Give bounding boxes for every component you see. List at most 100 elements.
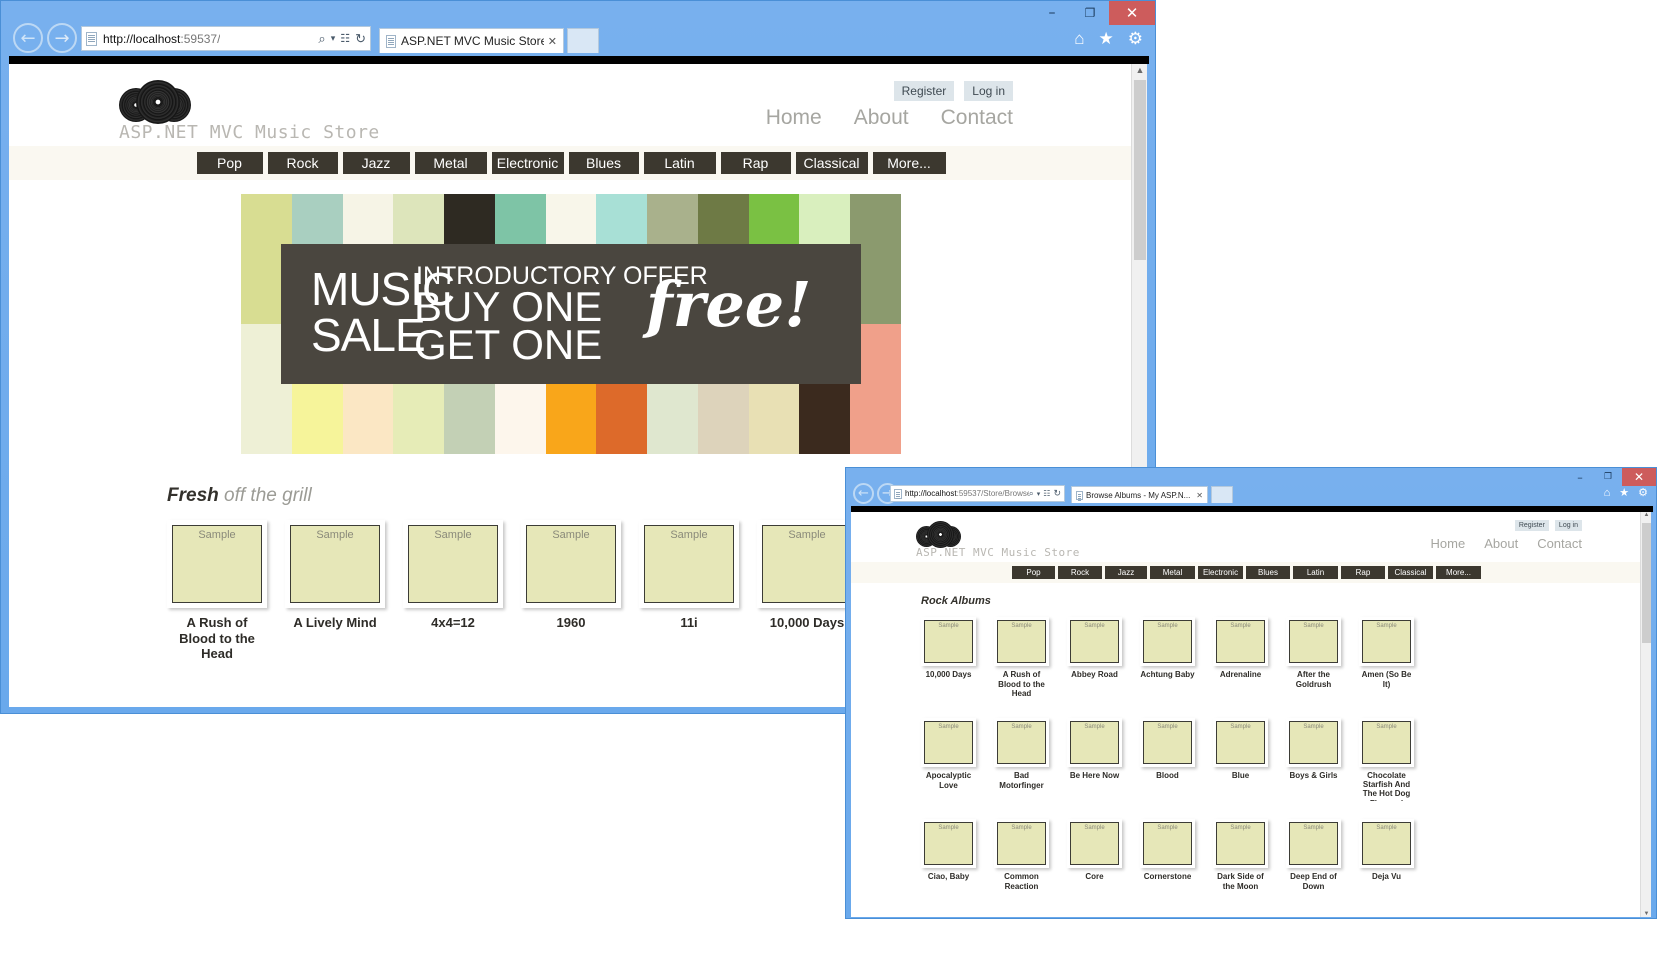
site-logo[interactable] (916, 521, 966, 548)
album-title[interactable]: 10,000 Days (757, 615, 857, 631)
minimize-button[interactable]: – (1033, 1, 1071, 25)
nav-about[interactable]: About (854, 106, 909, 130)
genre-rap[interactable]: Rap (1341, 566, 1385, 579)
album-title[interactable]: Achtung Baby (1140, 670, 1195, 680)
album-thumbnail[interactable]: Sample (1213, 718, 1268, 767)
album-thumbnail[interactable]: Sample (1140, 617, 1195, 666)
album-card-item[interactable]: Sample Abbey Road (1067, 617, 1122, 699)
genre-nav-2[interactable]: Pop Rock Jazz Metal Electronic Blues Lat… (851, 562, 1642, 583)
scrollbar-thumb[interactable] (1134, 80, 1146, 260)
genre-nav-1[interactable]: Pop Rock Jazz Metal Electronic Blues Lat… (9, 146, 1133, 180)
album-card-item[interactable]: Sample After the Goldrush (1286, 617, 1341, 699)
album-title[interactable]: Blood (1140, 771, 1195, 781)
album-card-item[interactable]: Sample Dark Side of the Moon (1213, 819, 1268, 891)
album-thumbnail[interactable]: Sample (994, 819, 1049, 868)
album-card-item[interactable]: Sample Core (1067, 819, 1122, 891)
album-title[interactable]: A Lively Mind (285, 615, 385, 631)
album-card-item[interactable]: Sample A Rush of Blood to the Head (167, 520, 267, 662)
album-title[interactable]: A Rush of Blood to the Head (167, 615, 267, 662)
album-thumbnail[interactable]: Sample (1067, 718, 1122, 767)
settings-gear-icon[interactable]: ⚙ (1638, 486, 1648, 499)
album-thumbnail[interactable]: Sample (757, 520, 857, 608)
genre-rap[interactable]: Rap (720, 152, 791, 174)
album-card-item[interactable]: Sample Achtung Baby (1140, 617, 1195, 699)
album-thumbnail[interactable]: Sample (921, 617, 976, 666)
compatibility-view-icon[interactable]: ☷ (340, 32, 350, 45)
album-thumbnail[interactable]: Sample (639, 520, 739, 608)
maximize-button[interactable]: ❐ (1071, 1, 1109, 25)
tab-close-icon[interactable]: ✕ (548, 35, 557, 48)
album-thumbnail[interactable]: Sample (921, 819, 976, 868)
window-1-controls[interactable]: – ❐ ✕ (1033, 1, 1155, 25)
album-thumbnail[interactable]: Sample (167, 520, 267, 608)
address-bar[interactable]: http://localhost:59537/ ⌕ ▾ ☷ ↻ (81, 26, 371, 51)
album-thumbnail[interactable]: Sample (1140, 819, 1195, 868)
album-title[interactable]: 4x4=12 (403, 615, 503, 631)
album-card-item[interactable]: Sample A Lively Mind (285, 520, 385, 662)
album-thumbnail[interactable]: Sample (1286, 819, 1341, 868)
album-card-item[interactable]: Sample 11i (639, 520, 739, 662)
browser-tab-1[interactable]: ASP.NET MVC Music Store ... ✕ (379, 28, 564, 53)
window-2-command-icons[interactable]: ⌂ ★ ⚙ (1604, 486, 1648, 500)
album-card-item[interactable]: Sample Be Here Now (1067, 718, 1122, 801)
new-tab-button[interactable] (567, 28, 599, 53)
genre-rock[interactable]: Rock (267, 152, 338, 174)
album-thumbnail[interactable]: Sample (1067, 617, 1122, 666)
genre-metal[interactable]: Metal (1150, 566, 1195, 579)
refresh-icon[interactable]: ↻ (355, 31, 366, 47)
album-card-item[interactable]: Sample Common Reaction (994, 819, 1049, 891)
favorites-star-icon[interactable]: ★ (1619, 486, 1629, 499)
genre-more[interactable]: More... (1436, 566, 1481, 579)
close-button[interactable]: ✕ (1109, 1, 1155, 25)
login-link[interactable]: Log in (964, 81, 1013, 101)
album-title[interactable]: Core (1067, 872, 1122, 882)
album-card-item[interactable]: Sample 1960 (521, 520, 621, 662)
album-title[interactable]: Deja Vu (1359, 872, 1414, 882)
genre-jazz[interactable]: Jazz (342, 152, 410, 174)
album-title[interactable]: Common Reaction (994, 872, 1049, 891)
genre-blues[interactable]: Blues (1246, 566, 1290, 579)
album-thumbnail[interactable]: Sample (1359, 819, 1414, 868)
album-title[interactable]: 11i (639, 615, 739, 631)
browser-window-2[interactable]: – ❐ ✕ ← → http://localhost:59537/Store/B… (845, 467, 1657, 919)
album-thumbnail[interactable]: Sample (1286, 617, 1341, 666)
window-1-command-icons[interactable]: ⌂ ★ ⚙ (1074, 29, 1143, 49)
scroll-down-arrow[interactable]: ▼ (1641, 911, 1652, 917)
nav-home[interactable]: Home (1431, 536, 1466, 551)
back-button[interactable]: ← (853, 483, 874, 504)
album-thumbnail[interactable]: Sample (921, 718, 976, 767)
album-card-item[interactable]: Sample Cornerstone (1140, 819, 1195, 891)
promo-banner-1[interactable]: MUSIC SALE INTRODUCTORY OFFER BUY ONE GE… (241, 194, 901, 454)
window-2-controls[interactable]: – ❐ ✕ (1566, 468, 1656, 486)
home-icon[interactable]: ⌂ (1604, 487, 1611, 499)
close-button[interactable]: ✕ (1622, 468, 1656, 486)
album-title[interactable]: A Rush of Blood to the Head (994, 670, 1049, 699)
album-card-item[interactable]: Sample 10,000 Days (921, 617, 976, 699)
tab-close-icon[interactable]: ✕ (1196, 491, 1203, 500)
site-title[interactable]: ASP.NET MVC Music Store (916, 546, 1080, 559)
genre-electronic[interactable]: Electronic (491, 152, 564, 174)
album-title[interactable]: Be Here Now (1067, 771, 1122, 781)
album-card-item[interactable]: Sample Adrenaline (1213, 617, 1268, 699)
album-title[interactable]: Boys & Girls (1286, 771, 1341, 781)
album-thumbnail[interactable]: Sample (521, 520, 621, 608)
top-nav-2[interactable]: Home About Contact (1431, 536, 1582, 551)
album-thumbnail[interactable]: Sample (1286, 718, 1341, 767)
genre-classical[interactable]: Classical (795, 152, 868, 174)
minimize-button[interactable]: – (1566, 468, 1594, 486)
album-card-item[interactable]: Sample Deep End of Down (1286, 819, 1341, 891)
genre-electronic[interactable]: Electronic (1198, 566, 1243, 579)
album-card-item[interactable]: Sample 10,000 Days (757, 520, 857, 662)
chevron-down-icon[interactable]: ▾ (1037, 490, 1041, 498)
browser-tab-2[interactable]: Browse Albums - My ASP.N... ✕ (1071, 486, 1208, 503)
album-card-item[interactable]: Sample Ciao, Baby (921, 819, 976, 891)
album-thumbnail[interactable]: Sample (994, 617, 1049, 666)
genre-latin[interactable]: Latin (1293, 566, 1338, 579)
back-button[interactable]: ← (13, 23, 43, 53)
scroll-up-arrow[interactable]: ▲ (1132, 65, 1148, 75)
compatibility-view-icon[interactable]: ☷ (1043, 489, 1050, 498)
genre-pop[interactable]: Pop (196, 152, 263, 174)
settings-gear-icon[interactable]: ⚙ (1128, 29, 1143, 49)
album-title[interactable]: Apocalyptic Love (921, 771, 976, 790)
album-title[interactable]: 10,000 Days (921, 670, 976, 680)
